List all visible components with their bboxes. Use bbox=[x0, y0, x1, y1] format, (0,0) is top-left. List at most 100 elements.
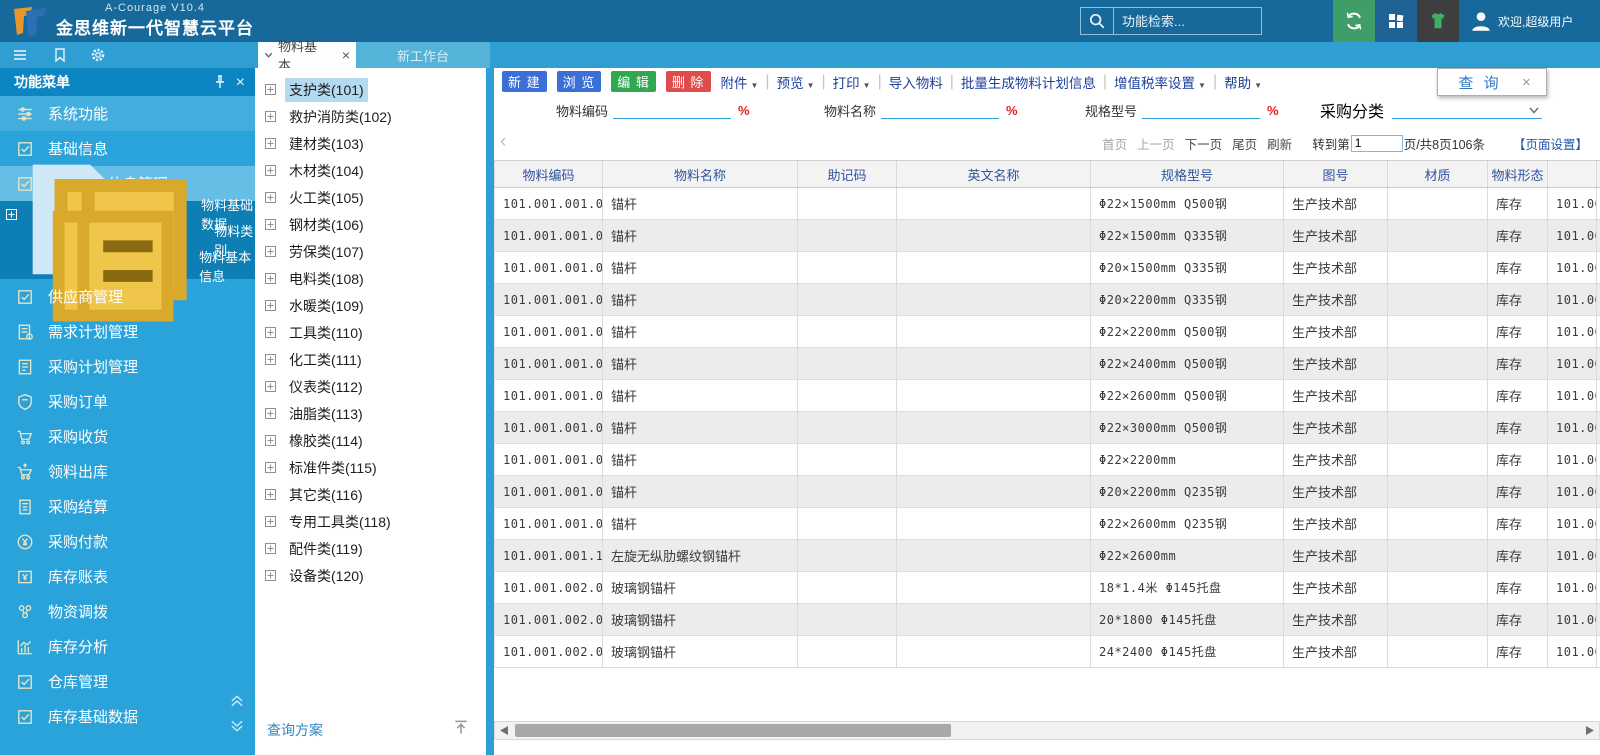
tree-item[interactable]: 标准件类(115) bbox=[255, 454, 381, 481]
expand-plus-icon[interactable] bbox=[265, 246, 276, 257]
tree-item[interactable]: 水暖类(109) bbox=[255, 292, 368, 319]
collapse-to-top-icon[interactable] bbox=[452, 718, 470, 736]
sidebar-item-9[interactable]: 采购结算 bbox=[0, 489, 255, 524]
tree-item[interactable]: 火工类(105) bbox=[255, 184, 368, 211]
table-row[interactable]: 101.001.001.0005锚杆 Φ20×2200mm Q335钢生产技术部 库… bbox=[494, 284, 1600, 316]
sidebar-item-13[interactable]: 库存分析 bbox=[0, 629, 255, 664]
expand-plus-icon[interactable] bbox=[265, 138, 276, 149]
pin-icon[interactable] bbox=[212, 74, 228, 90]
query-button[interactable]: 查 询 bbox=[1438, 72, 1522, 93]
expand-plus-icon[interactable] bbox=[265, 462, 276, 473]
pager-link-1[interactable]: 上一页 bbox=[1137, 134, 1175, 153]
expand-plus-icon[interactable] bbox=[265, 543, 276, 554]
expand-plus-icon[interactable] bbox=[265, 192, 276, 203]
expand-plus-icon[interactable] bbox=[265, 570, 276, 581]
filter-input[interactable] bbox=[1142, 101, 1261, 119]
table-row[interactable]: 101.001.001.0020锚杆 Φ22×3000mm Q500钢生产技术部 库… bbox=[494, 412, 1600, 444]
scroll-up-icon[interactable] bbox=[229, 695, 245, 707]
column-header-1[interactable]: 物料名称 bbox=[603, 161, 798, 187]
user-area[interactable]: 欢迎,超级用户 bbox=[1468, 0, 1573, 42]
toolbar-button-3[interactable]: 删 除 bbox=[665, 71, 711, 92]
sidebar-item-0[interactable]: 系统功能 bbox=[0, 96, 255, 131]
column-header-7[interactable]: 物料形态 bbox=[1488, 161, 1548, 187]
expand-plus-icon[interactable] bbox=[265, 354, 276, 365]
sidebar-item-7[interactable]: 采购收货 bbox=[0, 419, 255, 454]
refresh-button[interactable] bbox=[1333, 0, 1375, 42]
toolbar-button-1[interactable]: 浏 览 bbox=[556, 71, 602, 92]
horizontal-scrollbar[interactable] bbox=[494, 721, 1600, 740]
apps-grid-button[interactable] bbox=[1375, 0, 1417, 42]
tab-close-icon[interactable]: × bbox=[342, 47, 350, 63]
tree-item[interactable]: 配件类(119) bbox=[255, 535, 367, 562]
toolbar-menu-4[interactable]: 批量生成物料计划信息 bbox=[961, 72, 1096, 92]
close-icon[interactable]: × bbox=[236, 74, 245, 91]
expand-plus-icon[interactable] bbox=[265, 408, 276, 419]
column-header-2[interactable]: 助记码 bbox=[798, 161, 897, 187]
expand-plus-icon[interactable] bbox=[265, 327, 276, 338]
toolbar-menu-1[interactable]: 预览 ▼ bbox=[777, 72, 815, 92]
tree-item[interactable]: 救护消防类(102) bbox=[255, 103, 396, 130]
search-input[interactable] bbox=[1114, 7, 1262, 35]
toolbar-menu-3[interactable]: 导入物料 bbox=[889, 72, 943, 92]
table-row[interactable]: 101.001.001.0019锚杆 Φ22×2600mm Q500钢生产技术部 库… bbox=[494, 380, 1600, 412]
filter-select-control[interactable] bbox=[1392, 101, 1543, 119]
sidebar-item-8[interactable]: 领料出库 bbox=[0, 454, 255, 489]
tree-item[interactable]: 木材类(104) bbox=[255, 157, 368, 184]
page-number-input[interactable] bbox=[1350, 134, 1403, 152]
shirt-theme-button[interactable] bbox=[1417, 0, 1459, 42]
panel-splitter[interactable] bbox=[486, 68, 494, 755]
tab-new-workbench[interactable]: 新工作台 bbox=[356, 42, 490, 68]
table-row[interactable]: 101.001.001.0004锚杆 Φ20×1500mm Q335钢生产技术部 库… bbox=[494, 252, 1600, 284]
tree-item[interactable]: 工具类(110) bbox=[255, 319, 367, 346]
column-header-5[interactable]: 图号 bbox=[1284, 161, 1388, 187]
table-row[interactable]: 101.001.002.0001玻璃钢锚杆 18*1.4米 Φ145托盘生产技术部… bbox=[494, 572, 1600, 604]
toolbar-menu-0[interactable]: 附件 ▼ bbox=[721, 72, 759, 92]
table-row[interactable]: 101.001.002.0002玻璃钢锚杆 20*1800 Φ145托盘生产技术部… bbox=[494, 604, 1600, 636]
column-header-3[interactable]: 英文名称 bbox=[897, 161, 1091, 187]
filter-input[interactable] bbox=[881, 101, 1000, 119]
tree-item[interactable]: 橡胶类(114) bbox=[255, 427, 367, 454]
filter-input[interactable] bbox=[613, 101, 732, 119]
scrollbar-thumb[interactable] bbox=[515, 724, 951, 737]
tree-item[interactable]: 油脂类(113) bbox=[255, 400, 367, 427]
bookmark-icon[interactable] bbox=[52, 47, 68, 63]
pager-link-2[interactable]: 下一页 bbox=[1185, 134, 1223, 153]
table-row[interactable]: 101.001.001.0017锚杆 Φ22×2200mm Q500钢生产技术部 库… bbox=[494, 316, 1600, 348]
pager-link-3[interactable]: 尾页 bbox=[1232, 134, 1257, 153]
table-row[interactable]: 101.001.001.0026锚杆 Φ22×2600mm Q235钢生产技术部 库… bbox=[494, 508, 1600, 540]
table-row[interactable]: 101.001.001.0001锚杆 Φ22×1500mm Q500钢生产技术部 库… bbox=[494, 188, 1600, 220]
tree-item[interactable]: 仪表类(112) bbox=[255, 373, 367, 400]
sidebar-item-11[interactable]: 库存账表 bbox=[0, 559, 255, 594]
search-icon[interactable] bbox=[1080, 7, 1114, 35]
query-close-icon[interactable]: × bbox=[1522, 74, 1546, 91]
tree-item[interactable]: 设备类(120) bbox=[255, 562, 368, 589]
column-header-4[interactable]: 规格型号 bbox=[1091, 161, 1284, 187]
tree-item[interactable]: 建材类(103) bbox=[255, 130, 368, 157]
table-row[interactable]: 101.001.001.0018锚杆 Φ22×2400mm Q500钢生产技术部 库… bbox=[494, 348, 1600, 380]
table-row[interactable]: 101.001.001.0025锚杆 Φ20×2200mm Q235钢生产技术部 库… bbox=[494, 476, 1600, 508]
column-header-8[interactable] bbox=[1548, 161, 1597, 187]
toolbar-menu-6[interactable]: 帮助 ▼ bbox=[1224, 72, 1262, 92]
chevron-down-icon[interactable] bbox=[1528, 104, 1540, 116]
tree-item[interactable]: 钢材类(106) bbox=[255, 211, 368, 238]
subtree-child-1[interactable]: 物料基本信息 bbox=[0, 210, 255, 322]
expand-plus-icon[interactable] bbox=[265, 84, 276, 95]
sidebar-item-14[interactable]: 仓库管理 bbox=[0, 664, 255, 699]
tab-material-basic[interactable]: 物料基本... × bbox=[258, 39, 356, 73]
expand-plus-icon[interactable] bbox=[265, 489, 276, 500]
table-row[interactable]: 101.001.001.0002锚杆 Φ22×1500mm Q335钢生产技术部 库… bbox=[494, 220, 1600, 252]
tree-item[interactable]: 劳保类(107) bbox=[255, 238, 368, 265]
toolbar-button-0[interactable]: 新 建 bbox=[502, 71, 547, 92]
expand-plus-icon[interactable] bbox=[265, 381, 276, 392]
expand-plus-icon[interactable] bbox=[265, 516, 276, 527]
toolbar-button-2[interactable]: 编 辑 bbox=[611, 71, 656, 92]
tree-item[interactable]: 其它类(116) bbox=[255, 481, 367, 508]
table-row[interactable]: 101.001.002.0003玻璃钢锚杆 24*2400 Φ145托盘生产技术部… bbox=[494, 636, 1600, 668]
expand-plus-icon[interactable] bbox=[6, 208, 17, 220]
collapse-filters-icon[interactable]: ‹ bbox=[500, 131, 506, 153]
expand-plus-icon[interactable] bbox=[265, 435, 276, 446]
tree-item[interactable]: 支护类(101) bbox=[255, 76, 368, 103]
toolbar-menu-2[interactable]: 打印 ▼ bbox=[833, 72, 871, 92]
menu-icon[interactable] bbox=[12, 47, 28, 63]
pager-link-0[interactable]: 首页 bbox=[1102, 134, 1127, 153]
